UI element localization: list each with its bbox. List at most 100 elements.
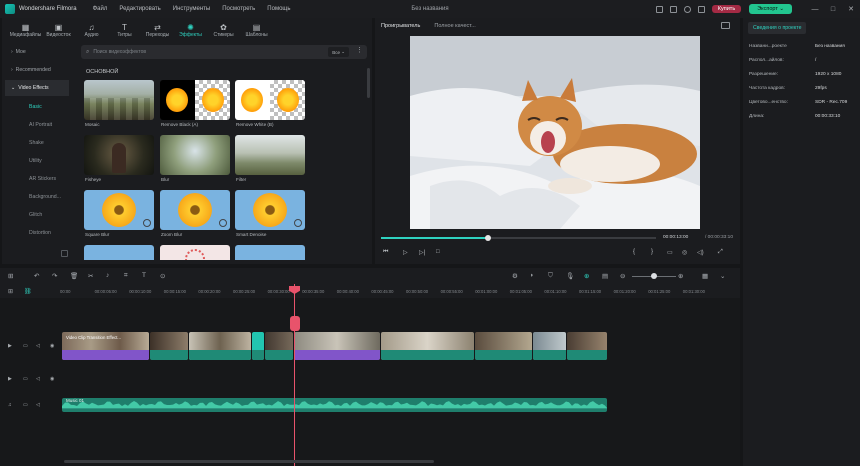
category-mine[interactable]: › Мое bbox=[5, 44, 69, 60]
delete-icon[interactable]: 🗑 bbox=[70, 272, 78, 280]
subcategory-shake[interactable]: Shake bbox=[5, 134, 69, 152]
tab-titles[interactable]: T Титры bbox=[108, 18, 141, 42]
volume-icon[interactable]: ◁ bbox=[36, 402, 40, 408]
redo-icon[interactable]: ↷ bbox=[52, 272, 57, 280]
stop-icon[interactable]: □ bbox=[436, 249, 440, 255]
audio-clip[interactable]: Music 01 bbox=[62, 398, 607, 412]
subcategory-basic[interactable]: Basic bbox=[5, 98, 69, 116]
render-icon[interactable]: ⚙ bbox=[512, 272, 518, 280]
shield-icon[interactable]: ⛉ bbox=[548, 272, 553, 280]
tab-quality[interactable]: Полное качест... bbox=[434, 23, 475, 29]
playhead-marker[interactable] bbox=[290, 316, 300, 331]
effect-thumb-partial[interactable] bbox=[235, 245, 305, 260]
undo-icon[interactable]: ↶ bbox=[34, 272, 39, 280]
video-clip[interactable] bbox=[265, 332, 293, 360]
tab-stock-video[interactable]: ▣ Видеосток bbox=[42, 18, 75, 42]
tab-stickers[interactable]: ✿ Стикеры bbox=[207, 18, 240, 42]
grid-scrollbar[interactable] bbox=[367, 68, 370, 98]
video-clip[interactable] bbox=[150, 332, 188, 360]
effect-thumb-blur[interactable] bbox=[160, 135, 230, 175]
tab-transitions[interactable]: ⇄ Переходы bbox=[141, 18, 174, 42]
split-screen-icon[interactable]: ▤ bbox=[602, 272, 608, 280]
export-button[interactable]: Экспорт ⌄ bbox=[749, 4, 792, 14]
snap-icon[interactable]: ⊕ bbox=[584, 272, 589, 280]
subcategory-ar-stickers[interactable]: AR Stickers bbox=[5, 170, 69, 188]
effect-thumb-smart-denoise[interactable] bbox=[235, 190, 305, 230]
eye-icon[interactable]: ◉ bbox=[50, 376, 54, 382]
video-clip[interactable] bbox=[475, 332, 532, 360]
marker-icon[interactable]: ◗ bbox=[530, 272, 534, 279]
subcategory-distortion[interactable]: Distortion bbox=[5, 224, 69, 242]
cloud-icon[interactable] bbox=[683, 5, 691, 13]
category-video-effects[interactable]: ⌄ Video Effects bbox=[5, 80, 69, 96]
fullscreen-icon[interactable]: ⤢ bbox=[718, 249, 723, 256]
effect-thumb-square-blur[interactable] bbox=[84, 190, 154, 230]
tab-player[interactable]: Проигрыватель bbox=[381, 23, 420, 29]
scrubber-handle[interactable] bbox=[485, 235, 492, 241]
tag-icon[interactable]: ⌗ bbox=[124, 272, 128, 280]
video-clip[interactable] bbox=[381, 332, 474, 360]
subcategory-ai-portrait[interactable]: AI Portrait bbox=[5, 116, 69, 134]
video-clip[interactable] bbox=[294, 332, 380, 360]
tab-templates[interactable]: ▤ Шаблоны bbox=[240, 18, 273, 42]
tab-media[interactable]: ▦ Медиафайлы bbox=[9, 18, 42, 42]
camera-icon[interactable]: ◎ bbox=[682, 249, 687, 256]
playhead[interactable] bbox=[294, 284, 295, 466]
timeline-more-icon[interactable]: ⌄ bbox=[720, 272, 725, 280]
effect-thumb-remove-black[interactable] bbox=[160, 80, 230, 120]
download-icon[interactable] bbox=[219, 219, 227, 227]
playback-scrubber[interactable] bbox=[381, 235, 656, 241]
search-input[interactable]: Поиск видеоэффектов bbox=[93, 49, 146, 55]
collapse-panel-icon[interactable] bbox=[61, 250, 68, 257]
gift-icon[interactable] bbox=[697, 5, 705, 13]
maximize-icon[interactable]: □ bbox=[824, 6, 842, 13]
storage-icon[interactable] bbox=[669, 5, 677, 13]
download-icon[interactable] bbox=[143, 219, 151, 227]
buy-button[interactable]: Купить bbox=[711, 5, 742, 13]
volume-icon[interactable]: ◁) bbox=[697, 249, 704, 256]
menu-view[interactable]: Посмотреть bbox=[222, 6, 255, 12]
video-clip[interactable] bbox=[533, 332, 566, 360]
folder-icon[interactable]: ▭ bbox=[23, 343, 28, 349]
volume-icon[interactable]: ◁ bbox=[36, 343, 40, 349]
subcategory-utility[interactable]: Utility bbox=[5, 152, 69, 170]
cut-icon[interactable]: ✂ bbox=[88, 272, 93, 280]
menu-file[interactable]: Файл bbox=[93, 6, 108, 12]
effect-thumb-mosaic[interactable] bbox=[84, 80, 154, 120]
snapshot-icon[interactable] bbox=[721, 22, 730, 29]
add-track-icon[interactable]: ⊞ bbox=[8, 288, 13, 295]
effect-thumb-fisheye[interactable] bbox=[84, 135, 154, 175]
eye-icon[interactable]: ◉ bbox=[50, 343, 54, 349]
effect-thumb-partial[interactable] bbox=[160, 245, 230, 260]
menu-tools[interactable]: Инструменты bbox=[173, 6, 210, 12]
minimize-icon[interactable]: — bbox=[806, 6, 824, 13]
text-icon[interactable]: T bbox=[142, 272, 146, 279]
mark-in-icon[interactable]: { bbox=[633, 249, 635, 255]
effect-thumb-filter[interactable] bbox=[235, 135, 305, 175]
filter-dropdown[interactable]: Все ⌄ bbox=[328, 47, 349, 57]
display-icon[interactable]: ▭ bbox=[667, 249, 673, 256]
folder-icon[interactable]: ▭ bbox=[23, 376, 28, 382]
effect-thumb-partial[interactable] bbox=[84, 245, 154, 260]
step-back-icon[interactable]: ⏮ bbox=[383, 249, 388, 256]
link-icon[interactable]: ⛓ bbox=[24, 288, 32, 295]
layout-icon[interactable]: ⊞ bbox=[8, 272, 13, 280]
transition-clip[interactable] bbox=[252, 332, 264, 360]
audio-cut-icon[interactable]: ♪ bbox=[106, 272, 109, 279]
more-options-icon[interactable]: ⋮ bbox=[356, 46, 363, 54]
timeline-ruler[interactable]: ⊞ ⛓ 00:00 00:00:05:00 00:00:10:00 00:00:15:… bbox=[0, 284, 740, 298]
zoom-in-icon[interactable]: ⊕ bbox=[678, 272, 683, 280]
tab-effects[interactable]: ✺ Эффекты bbox=[174, 18, 207, 42]
step-forward-icon[interactable]: ▷| bbox=[419, 249, 425, 256]
tab-audio[interactable]: ♫ Аудио bbox=[75, 18, 108, 42]
mic-icon[interactable]: 🎙 bbox=[566, 272, 574, 280]
menu-help[interactable]: Помощь bbox=[267, 6, 290, 12]
mark-out-icon[interactable]: } bbox=[651, 249, 653, 255]
menu-edit[interactable]: Редактировать bbox=[119, 6, 160, 12]
more-tools-icon[interactable]: ⊙ bbox=[160, 272, 165, 280]
subcategory-background[interactable]: Background... bbox=[5, 188, 69, 206]
download-icon[interactable] bbox=[294, 219, 302, 227]
video-clip[interactable]: Video Clip Transition Effect... bbox=[62, 332, 149, 360]
play-icon[interactable]: ▷ bbox=[403, 249, 408, 256]
subcategory-glitch[interactable]: Glitch bbox=[5, 206, 69, 224]
